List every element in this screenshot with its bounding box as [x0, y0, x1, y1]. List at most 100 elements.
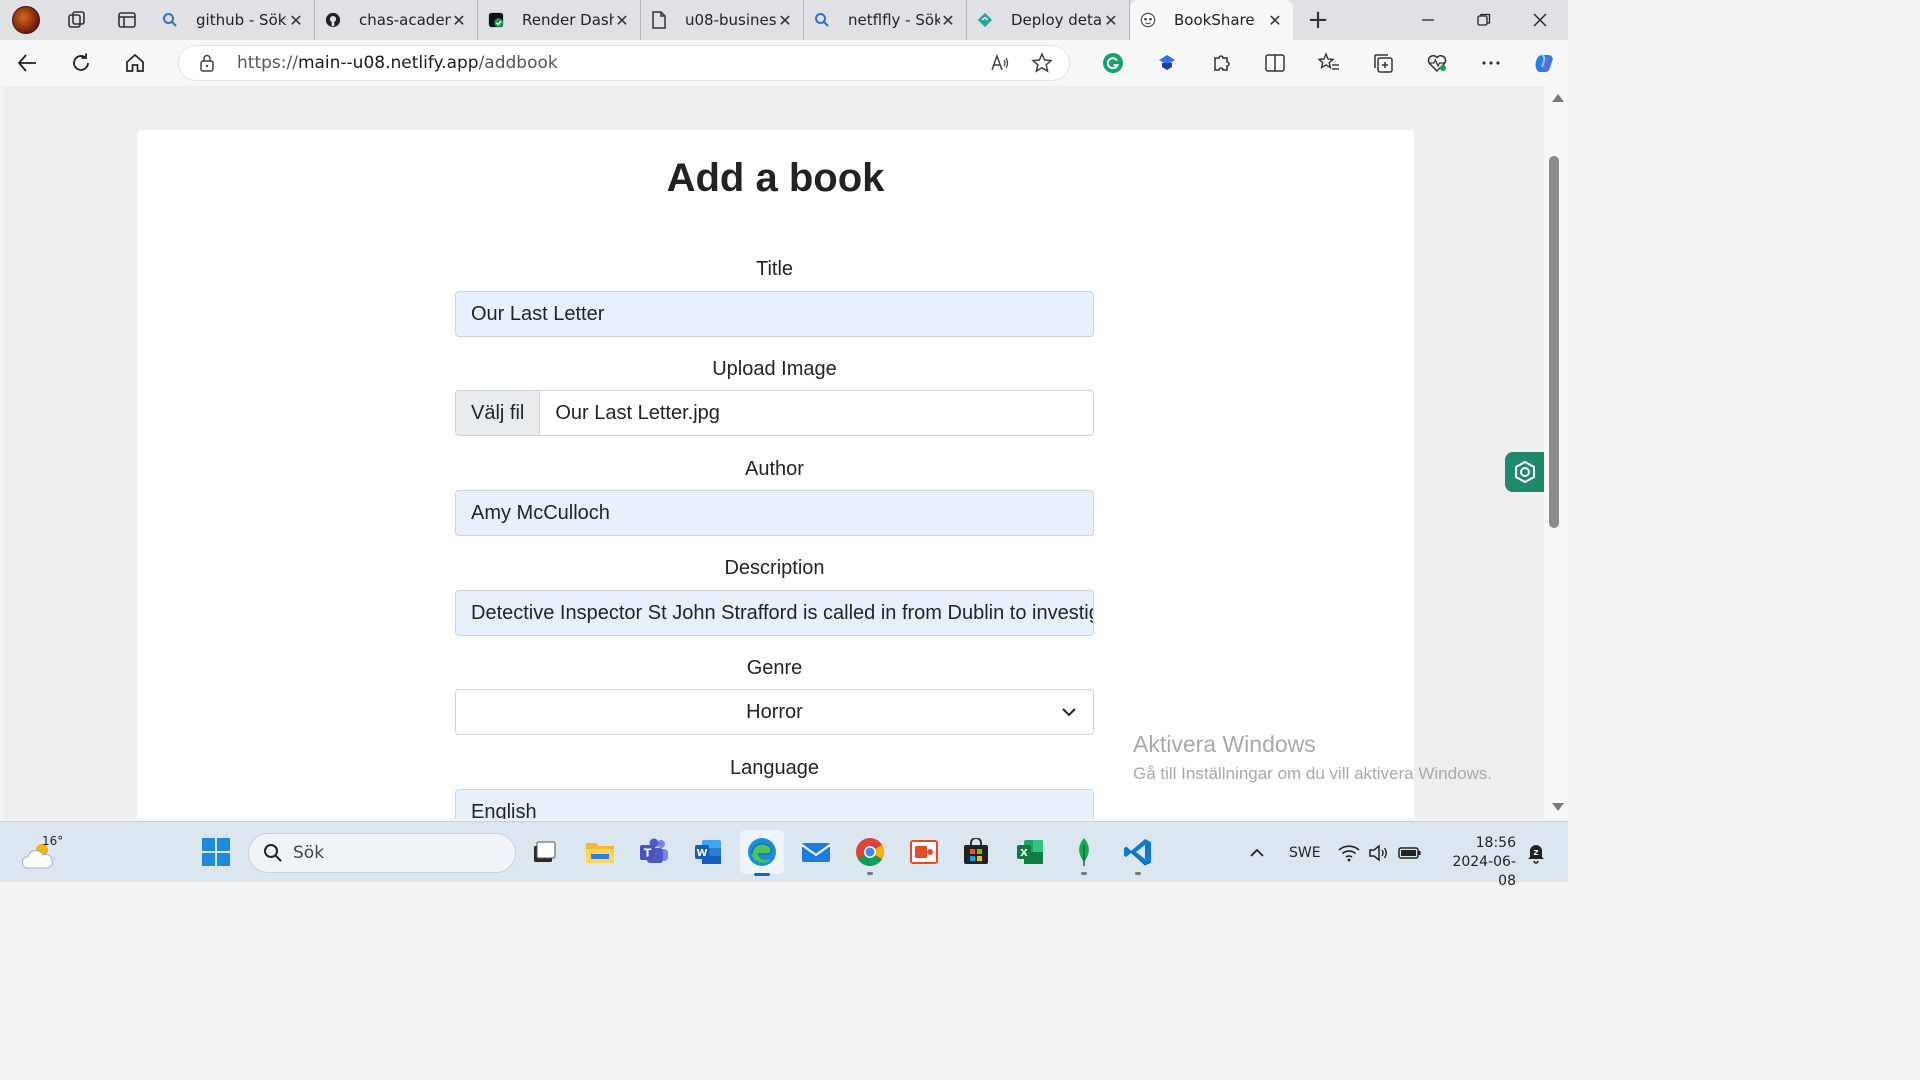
taskbar-search[interactable]: Sök	[248, 833, 516, 873]
tab-strip: github - Sök ✕ chas-academy ✕ Render Das…	[0, 0, 1568, 40]
word-icon: W	[695, 840, 721, 864]
profile-button[interactable]	[0, 0, 52, 40]
bookshare-icon	[1140, 12, 1156, 28]
description-input[interactable]: Detective Inspector St John Strafford is…	[455, 590, 1094, 636]
close-icon[interactable]: ✕	[1103, 11, 1119, 30]
start-button[interactable]	[198, 834, 234, 870]
home-button[interactable]	[108, 40, 162, 86]
title-label: Title	[755, 258, 794, 280]
tab-bookshare[interactable]: BookShare ✕	[1130, 0, 1293, 40]
author-input[interactable]: Amy McCulloch	[455, 490, 1094, 536]
tab-chas-academy[interactable]: chas-academy ✕	[315, 0, 478, 40]
folder-icon	[586, 843, 614, 863]
close-icon[interactable]: ✕	[940, 11, 956, 30]
tab-netlify-search[interactable]: netflfly - Sök ✕	[804, 0, 967, 40]
github-icon	[325, 12, 341, 28]
choose-file-button[interactable]: Välj fil	[456, 391, 541, 435]
windows-taskbar: 16° Sök T W X SWE 18:56 2024-06-08 Z	[0, 821, 1568, 889]
scroll-down-arrow-icon[interactable]	[1552, 803, 1564, 811]
address-bar[interactable]: https://main--u08.netlify.app/addbook	[178, 45, 1070, 81]
close-window-button[interactable]	[1512, 0, 1568, 40]
file-explorer-button[interactable]	[582, 834, 618, 870]
weather-temperature: 16°	[42, 834, 64, 848]
split-screen-button[interactable]	[1248, 40, 1302, 86]
new-tab-button[interactable]: +	[1293, 0, 1343, 40]
excel-button[interactable]: X	[1012, 834, 1048, 870]
upload-image-input[interactable]: Välj fil Our Last Letter.jpg	[455, 390, 1094, 436]
store-button[interactable]	[958, 834, 994, 870]
running-app-indicator	[1081, 872, 1087, 875]
favorites-button[interactable]	[1302, 40, 1356, 86]
browser-essentials-button[interactable]	[1410, 40, 1464, 86]
task-view-icon	[534, 841, 556, 862]
mongodb-compass-button[interactable]	[1066, 834, 1102, 875]
tab-actions-button[interactable]	[102, 0, 152, 40]
scroll-thumb[interactable]	[1549, 156, 1559, 528]
title-input[interactable]: Our Last Letter	[455, 291, 1094, 337]
taskbar-clock[interactable]: 18:56 2024-06-08	[1438, 834, 1516, 891]
running-app-indicator	[867, 872, 873, 875]
wifi-icon	[1338, 844, 1360, 861]
url-text: https://main--u08.netlify.app/addbook	[237, 53, 558, 73]
quick-settings-button[interactable]	[1338, 822, 1422, 883]
minimize-button[interactable]	[1400, 0, 1456, 40]
scroll-up-arrow-icon[interactable]	[1552, 94, 1564, 102]
chrome-button[interactable]	[852, 834, 888, 875]
close-icon[interactable]: ✕	[777, 11, 793, 30]
clock-time: 18:56	[1475, 835, 1516, 851]
extension-shield-button[interactable]	[1140, 40, 1194, 86]
copilot-icon	[1535, 54, 1553, 72]
page-scrollbar[interactable]	[1544, 86, 1568, 819]
close-icon[interactable]: ✕	[288, 11, 304, 30]
notifications-button[interactable]: Z	[1526, 822, 1546, 883]
leaf-icon	[1079, 838, 1089, 866]
collections-button[interactable]	[1356, 40, 1410, 86]
copilot-button[interactable]	[1518, 40, 1572, 86]
clock-date: 2024-06-08	[1452, 854, 1516, 889]
workspaces-button[interactable]	[52, 0, 102, 40]
close-icon	[1533, 13, 1547, 27]
floating-helper-button[interactable]	[1505, 452, 1545, 492]
extensions-button[interactable]	[1194, 40, 1248, 86]
task-view-button[interactable]	[526, 834, 562, 870]
back-button[interactable]	[0, 40, 54, 86]
tab-render-dashboard[interactable]: Render Dashboard ✕	[478, 0, 641, 40]
teams-button[interactable]: T	[636, 834, 672, 870]
favorite-star-icon[interactable]	[1031, 52, 1053, 78]
refresh-button[interactable]	[54, 40, 108, 86]
activate-windows-title: Aktivera Windows	[1133, 731, 1316, 757]
close-icon[interactable]: ✕	[614, 11, 630, 30]
svg-text:X: X	[1020, 848, 1028, 859]
grammarly-button[interactable]	[1086, 40, 1140, 86]
avatar	[12, 6, 40, 34]
tab-actions-icon	[118, 12, 136, 28]
genre-select[interactable]: Horror	[455, 689, 1094, 735]
more-dots-icon	[1482, 61, 1500, 65]
add-book-card: Add a book Title Our Last Letter Upload …	[137, 130, 1414, 819]
system-tray-overflow[interactable]	[1248, 822, 1266, 883]
restore-button[interactable]	[1456, 0, 1512, 40]
taskbar-search-placeholder: Sök	[293, 843, 325, 863]
close-icon[interactable]: ✕	[451, 11, 467, 30]
office-app-button[interactable]	[906, 834, 942, 870]
language-input[interactable]: English	[455, 789, 1094, 819]
read-aloud-icon[interactable]	[989, 52, 1011, 78]
tab-u08-business[interactable]: u08-business ✕	[641, 0, 804, 40]
edge-button[interactable]	[740, 830, 784, 876]
active-app-indicator	[754, 873, 770, 876]
tab-title: netflfly - Sök	[848, 11, 940, 29]
input-language-indicator[interactable]: SWE	[1289, 822, 1321, 883]
more-options-button[interactable]	[1464, 40, 1518, 86]
grammarly-icon	[1103, 53, 1123, 73]
mail-button[interactable]	[798, 834, 834, 870]
excel-icon: X	[1017, 840, 1043, 864]
tab-deploy-details[interactable]: Deploy details ✕	[967, 0, 1130, 40]
close-icon[interactable]: ✕	[1267, 11, 1283, 30]
vscode-button[interactable]	[1120, 834, 1156, 875]
word-button[interactable]: W	[690, 834, 726, 870]
tab-title: u08-business	[685, 11, 777, 29]
svg-text:Z: Z	[1533, 849, 1538, 857]
url-host: main--u08.netlify.app	[297, 53, 479, 73]
tab-github-search[interactable]: github - Sök ✕	[152, 0, 315, 40]
browser-toolbar: https://main--u08.netlify.app/addbook	[0, 40, 1568, 86]
